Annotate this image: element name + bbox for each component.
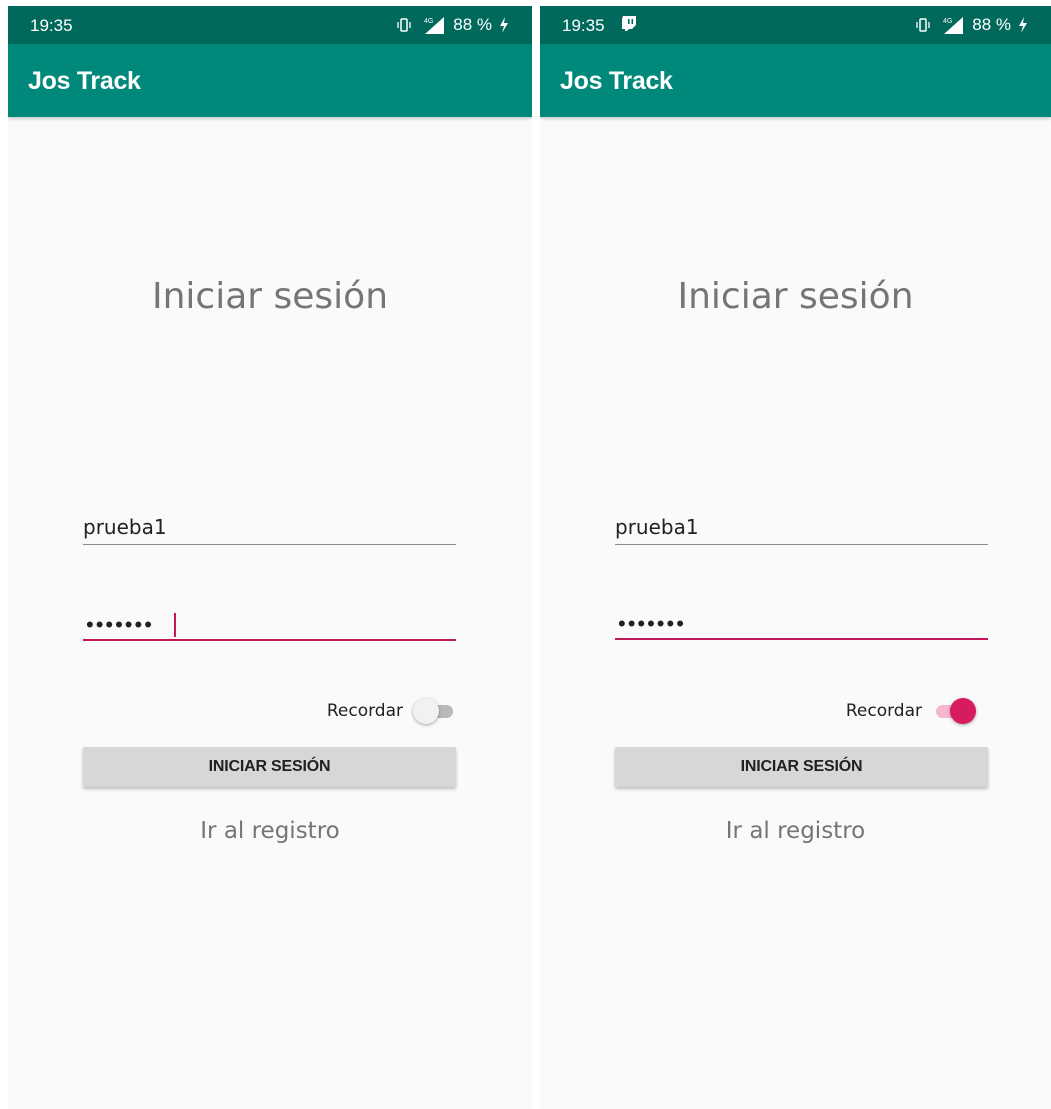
username-underline (615, 544, 988, 545)
remember-switch[interactable] (413, 697, 457, 725)
login-button[interactable]: INICIAR SESIÓN (615, 747, 988, 787)
remember-row: Recordar (846, 696, 976, 726)
remember-switch[interactable] (932, 697, 976, 725)
password-value: ••••••• (86, 612, 154, 637)
app-title: Jos Track (28, 67, 141, 95)
password-value: ••••••• (618, 611, 686, 636)
text-cursor (174, 613, 176, 637)
switch-thumb (950, 698, 976, 724)
app-title: Jos Track (560, 67, 673, 95)
username-value: prueba1 (615, 515, 699, 539)
twitch-icon (620, 15, 638, 33)
charging-icon (1017, 16, 1029, 34)
username-value: prueba1 (83, 515, 167, 539)
status-icons: 4G 88 % (395, 15, 510, 35)
page-title: Iniciar sesión (677, 276, 914, 317)
network-label: 4G (424, 18, 433, 25)
vibrate-icon (395, 16, 413, 34)
password-underline (615, 638, 988, 640)
remember-label: Recordar (326, 701, 403, 721)
status-bar: 19:35 4G 88 % (540, 6, 1051, 44)
login-button[interactable]: INICIAR SESIÓN (83, 747, 456, 787)
phone-screen-right: 19:35 4G 88 % Jos Track Iniciar sesión p… (540, 6, 1051, 1109)
password-underline (83, 639, 456, 641)
battery-text: 88 % (453, 15, 492, 34)
signal-icon: 4G (938, 15, 966, 35)
signal-icon: 4G (419, 15, 447, 35)
remember-row: Recordar (327, 696, 457, 726)
register-link[interactable]: Ir al registro (540, 818, 1051, 844)
password-field[interactable]: ••••••• (83, 601, 456, 641)
status-time: 19:35 (30, 16, 73, 35)
app-bar: Jos Track (8, 44, 532, 117)
username-field[interactable]: prueba1 (615, 505, 988, 545)
username-field[interactable]: prueba1 (83, 505, 456, 545)
vibrate-icon (914, 16, 932, 34)
app-bar: Jos Track (540, 44, 1051, 117)
battery-text: 88 % (972, 15, 1011, 34)
remember-label: Recordar (845, 701, 922, 721)
page-title: Iniciar sesión (151, 276, 389, 317)
switch-thumb (413, 698, 439, 724)
status-icons: 4G 88 % (914, 15, 1029, 35)
network-label: 4G (943, 18, 952, 25)
status-time: 19:35 (562, 16, 605, 35)
register-link[interactable]: Ir al registro (8, 818, 532, 844)
charging-icon (498, 16, 510, 34)
password-field[interactable]: ••••••• (615, 600, 988, 640)
username-underline (83, 544, 456, 545)
phone-screen-left: 19:35 4G 88 % Jos Track Iniciar sesión p… (8, 6, 532, 1109)
status-bar: 19:35 4G 88 % (8, 6, 532, 44)
